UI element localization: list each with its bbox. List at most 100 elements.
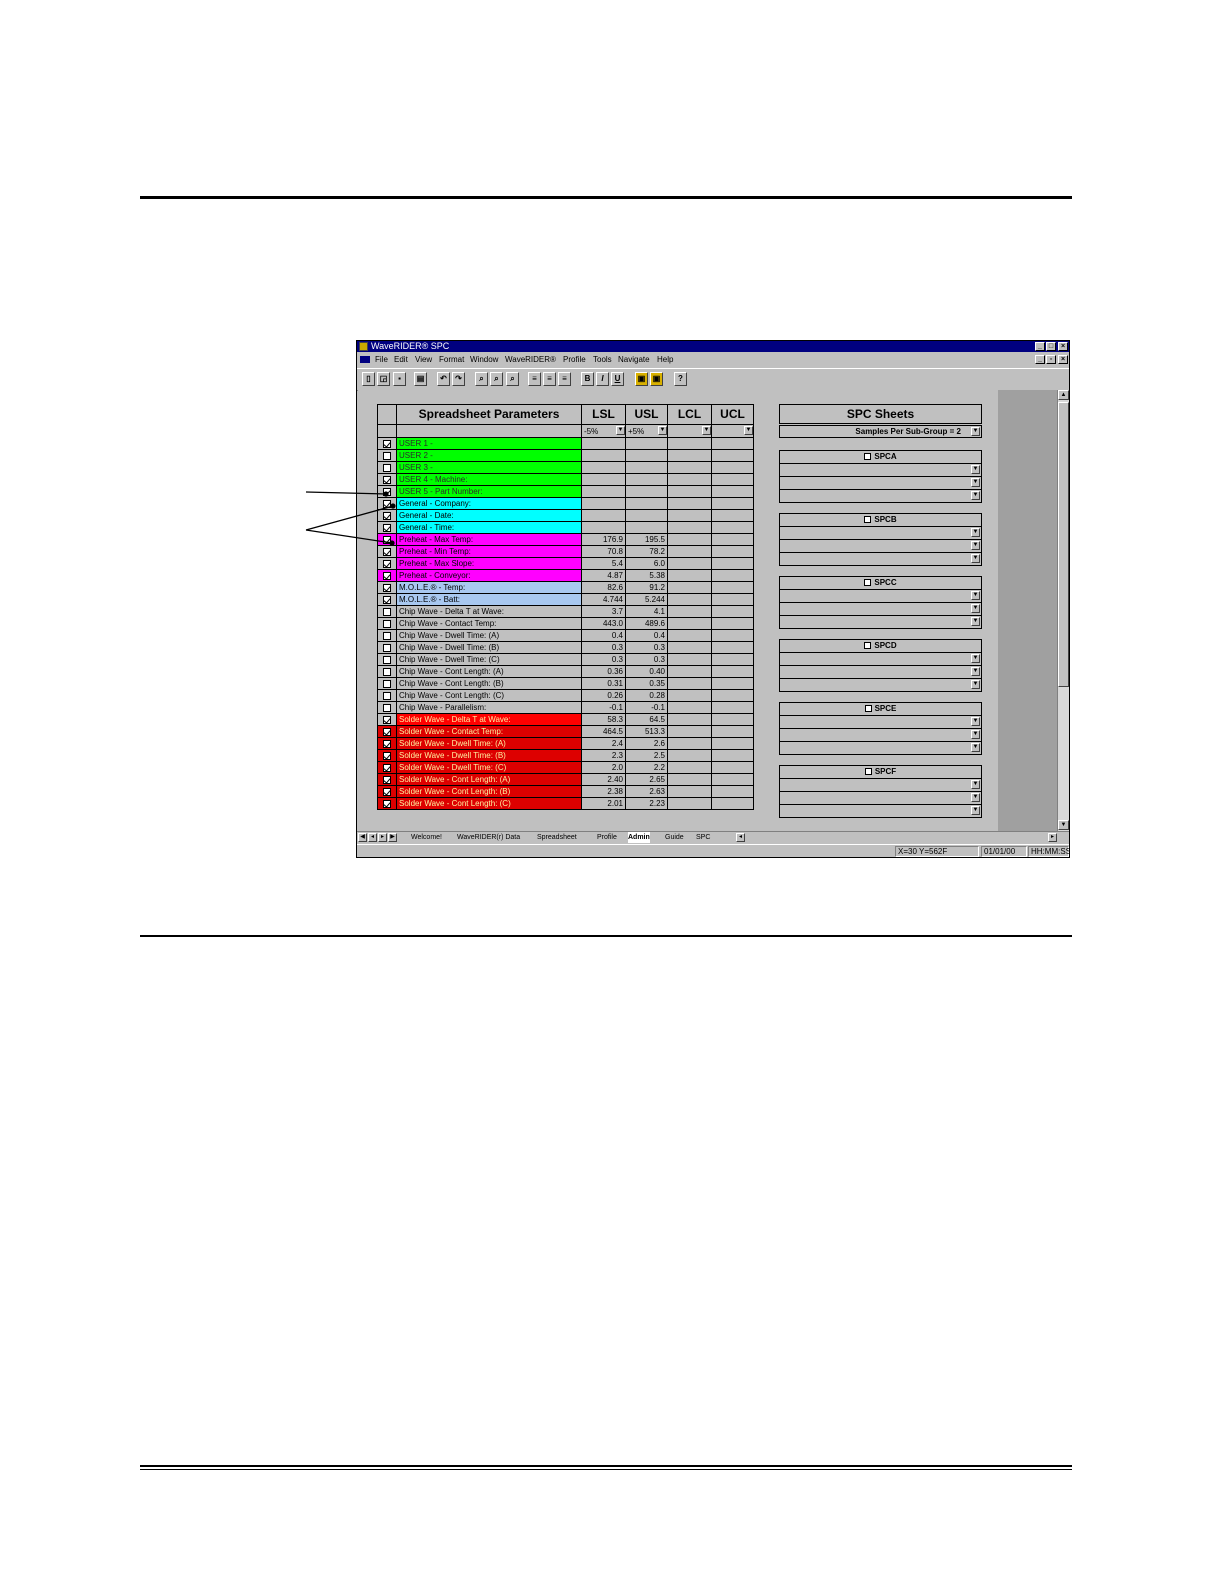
- lcl-value[interactable]: [667, 545, 712, 558]
- lcl-value[interactable]: [667, 485, 712, 498]
- ucl-value[interactable]: [711, 737, 754, 750]
- lsl-value[interactable]: 464.5: [581, 725, 626, 738]
- lcl-value[interactable]: [667, 689, 712, 702]
- row-checkbox-cell[interactable]: [377, 785, 397, 798]
- menu-edit[interactable]: Edit: [394, 353, 408, 366]
- spc-parameter-dropdown[interactable]: ▼: [780, 527, 981, 540]
- maximize-icon[interactable]: □: [1046, 342, 1056, 351]
- menu-waverider[interactable]: WaveRIDER®: [505, 353, 556, 366]
- lsl-value[interactable]: [581, 449, 626, 462]
- usl-value[interactable]: 78.2: [625, 545, 668, 558]
- lcl-value[interactable]: [667, 521, 712, 534]
- lcl-value[interactable]: [667, 461, 712, 474]
- spc-parameter-dropdown[interactable]: ▼: [780, 716, 981, 729]
- spc-sheet-checkbox[interactable]: [864, 705, 872, 713]
- spc-parameter-dropdown[interactable]: ▼: [780, 742, 981, 754]
- lcl-value[interactable]: [667, 497, 712, 510]
- lcl-value[interactable]: [667, 749, 712, 762]
- usl-value[interactable]: 2.63: [625, 785, 668, 798]
- usl-value[interactable]: 0.3: [625, 653, 668, 666]
- spc-sheet-checkbox[interactable]: [864, 453, 872, 461]
- doc-minimize-icon[interactable]: _: [1035, 355, 1045, 364]
- zoom-out-icon[interactable]: ⌕: [506, 372, 519, 386]
- include-checkbox[interactable]: [383, 667, 391, 676]
- chevron-down-icon[interactable]: ▼: [971, 528, 980, 537]
- include-checkbox[interactable]: [383, 607, 391, 616]
- tab-profile[interactable]: Profile: [597, 832, 617, 843]
- lcl-dropdown[interactable]: ▼: [667, 424, 712, 438]
- spc-parameter-dropdown[interactable]: ▼: [780, 779, 981, 792]
- chevron-down-icon[interactable]: ▼: [702, 426, 711, 435]
- lsl-value[interactable]: 443.0: [581, 617, 626, 630]
- chevron-down-icon[interactable]: ▼: [971, 465, 980, 474]
- lcl-value[interactable]: [667, 725, 712, 738]
- spc-parameter-dropdown[interactable]: ▼: [780, 792, 981, 805]
- align-center-icon[interactable]: ≡: [543, 372, 556, 386]
- row-checkbox-cell[interactable]: [377, 641, 397, 654]
- document-icon[interactable]: [360, 356, 370, 363]
- chevron-down-icon[interactable]: ▼: [971, 654, 980, 663]
- ucl-value[interactable]: [711, 653, 754, 666]
- usl-value[interactable]: [625, 449, 668, 462]
- redo-icon[interactable]: ↷: [452, 372, 465, 386]
- lsl-value[interactable]: 0.3: [581, 653, 626, 666]
- include-checkbox[interactable]: [383, 763, 391, 772]
- lcl-value[interactable]: [667, 785, 712, 798]
- lcl-value[interactable]: [667, 437, 712, 450]
- usl-value[interactable]: 64.5: [625, 713, 668, 726]
- ucl-value[interactable]: [711, 605, 754, 618]
- row-checkbox-cell[interactable]: [377, 545, 397, 558]
- row-checkbox-cell[interactable]: [377, 593, 397, 606]
- include-checkbox[interactable]: [383, 679, 391, 688]
- lsl-value[interactable]: 2.40: [581, 773, 626, 786]
- row-checkbox-cell[interactable]: [377, 461, 397, 474]
- chevron-down-icon[interactable]: ▼: [971, 743, 980, 752]
- vertical-scrollbar[interactable]: ▲ ▼: [1057, 390, 1069, 831]
- chevron-down-icon[interactable]: ▼: [744, 426, 753, 435]
- usl-value[interactable]: 2.5: [625, 749, 668, 762]
- new-icon[interactable]: ▯: [362, 372, 375, 386]
- spc-sheet-checkbox[interactable]: [864, 768, 872, 776]
- samples-per-subgroup-dropdown[interactable]: Samples Per Sub-Group = 2 ▼: [779, 425, 982, 438]
- doc-restore-icon[interactable]: ▫: [1046, 355, 1056, 364]
- zoom-in-icon[interactable]: ⌕: [490, 372, 503, 386]
- ucl-value[interactable]: [711, 749, 754, 762]
- include-checkbox[interactable]: [383, 631, 391, 640]
- usl-value[interactable]: [625, 473, 668, 486]
- menu-window[interactable]: Window: [470, 353, 498, 366]
- spc-parameter-dropdown[interactable]: ▼: [780, 679, 981, 691]
- row-checkbox-cell[interactable]: [377, 605, 397, 618]
- spc-sheet-checkbox[interactable]: [864, 579, 872, 587]
- ucl-value[interactable]: [711, 701, 754, 714]
- lcl-value[interactable]: [667, 797, 712, 810]
- row-checkbox-cell[interactable]: [377, 737, 397, 750]
- row-checkbox-cell[interactable]: [377, 677, 397, 690]
- lsl-value[interactable]: 2.01: [581, 797, 626, 810]
- lcl-value[interactable]: [667, 509, 712, 522]
- lcl-value[interactable]: [667, 773, 712, 786]
- last-tab-icon[interactable]: ▶: [388, 833, 397, 842]
- lsl-value[interactable]: 5.4: [581, 557, 626, 570]
- doc-close-icon[interactable]: ×: [1058, 355, 1068, 364]
- include-checkbox[interactable]: [383, 751, 391, 760]
- lcl-value[interactable]: [667, 713, 712, 726]
- include-checkbox[interactable]: [383, 655, 391, 664]
- spc-sheet-checkbox[interactable]: [864, 642, 872, 650]
- include-checkbox[interactable]: [383, 559, 391, 568]
- lcl-value[interactable]: [667, 581, 712, 594]
- ucl-value[interactable]: [711, 521, 754, 534]
- ucl-value[interactable]: [711, 797, 754, 810]
- spc-parameter-dropdown[interactable]: ▼: [780, 616, 981, 628]
- lsl-value[interactable]: 0.26: [581, 689, 626, 702]
- minimize-icon[interactable]: _: [1035, 342, 1045, 351]
- chevron-down-icon[interactable]: ▼: [971, 730, 980, 739]
- chevron-down-icon[interactable]: ▼: [971, 680, 980, 689]
- lsl-value[interactable]: 70.8: [581, 545, 626, 558]
- include-checkbox[interactable]: [383, 475, 391, 484]
- lcl-value[interactable]: [667, 605, 712, 618]
- scroll-down-icon[interactable]: ▼: [1058, 820, 1069, 830]
- usl-percent-dropdown[interactable]: +5% ▼: [625, 424, 668, 438]
- row-checkbox-cell[interactable]: [377, 449, 397, 462]
- lcl-value[interactable]: [667, 665, 712, 678]
- lsl-value[interactable]: [581, 521, 626, 534]
